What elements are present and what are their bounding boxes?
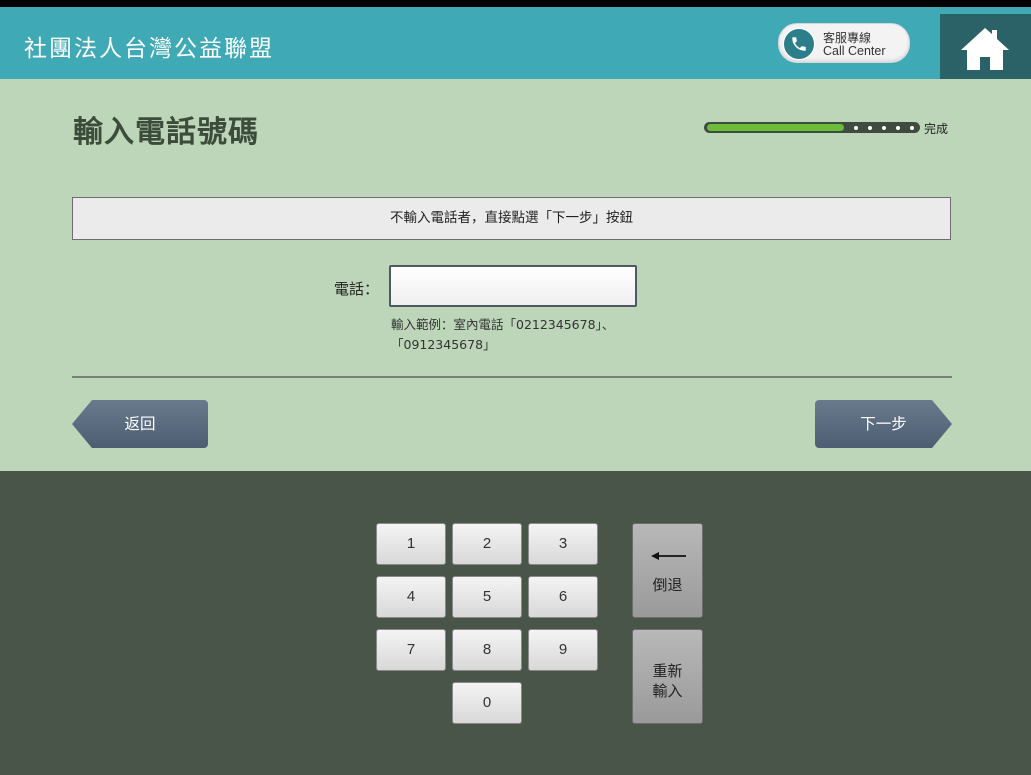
keypad-key-6[interactable]: 6 xyxy=(528,576,598,618)
divider xyxy=(72,376,952,378)
reset-label: 重新 xyxy=(652,662,683,680)
main-panel: 輸入電話號碼 完成 不輸入電話者，直接點選「下一步」按鈕 電話： 輸入範例：室內… xyxy=(0,79,1031,471)
backspace-label: 倒退 xyxy=(652,576,683,594)
top-strip xyxy=(0,0,1031,7)
progress-dot xyxy=(896,125,900,130)
home-button[interactable] xyxy=(940,14,1031,86)
next-button[interactable]: 下一步 xyxy=(815,400,952,448)
progress-dot xyxy=(868,125,872,130)
progress-fill xyxy=(707,124,844,131)
home-icon xyxy=(961,28,1009,70)
keypad-area: 1 2 3 4 5 6 7 8 9 0 倒退 重新 輸入 xyxy=(0,471,1031,775)
keypad-key-8[interactable]: 8 xyxy=(452,629,522,671)
keypad-key-1[interactable]: 1 xyxy=(376,523,446,565)
progress-bar xyxy=(704,122,920,133)
phone-label: 電話： xyxy=(334,280,380,298)
hint-line: 「0912345678」 xyxy=(391,337,496,352)
phone-icon xyxy=(783,28,815,60)
keypad-key-7[interactable]: 7 xyxy=(376,629,446,671)
page-title: 輸入電話號碼 xyxy=(73,115,259,150)
left-arrow-icon xyxy=(651,552,686,560)
back-button[interactable]: 返回 xyxy=(72,400,208,448)
org-title: 社團法人台灣公益聯盟 xyxy=(24,36,274,62)
hint-line: 輸入範例：室內電話「0212345678」、 xyxy=(391,317,615,332)
header-bar: 社團法人台灣公益聯盟 客服專線 Call Center xyxy=(0,7,1031,86)
notice-box: 不輸入電話者，直接點選「下一步」按鈕 xyxy=(72,197,951,240)
progress-dot xyxy=(910,125,914,130)
keypad-key-0[interactable]: 0 xyxy=(452,682,522,724)
progress-dot xyxy=(882,125,886,130)
keypad-key-2[interactable]: 2 xyxy=(452,523,522,565)
reset-button[interactable]: 重新 輸入 xyxy=(632,629,703,724)
call-center-label-en: Call Center xyxy=(823,44,886,58)
phone-input[interactable] xyxy=(389,265,637,307)
call-center-button[interactable]: 客服專線 Call Center xyxy=(778,23,910,63)
keypad-key-9[interactable]: 9 xyxy=(528,629,598,671)
reset-label: 輸入 xyxy=(652,682,683,700)
backspace-button[interactable]: 倒退 xyxy=(632,523,703,618)
progress-label: 完成 xyxy=(924,122,949,136)
progress-dot xyxy=(854,125,858,130)
keypad-key-4[interactable]: 4 xyxy=(376,576,446,618)
keypad-key-5[interactable]: 5 xyxy=(452,576,522,618)
input-hint: 輸入範例：室內電話「0212345678」、 「0912345678」 xyxy=(391,315,651,355)
keypad-key-3[interactable]: 3 xyxy=(528,523,598,565)
